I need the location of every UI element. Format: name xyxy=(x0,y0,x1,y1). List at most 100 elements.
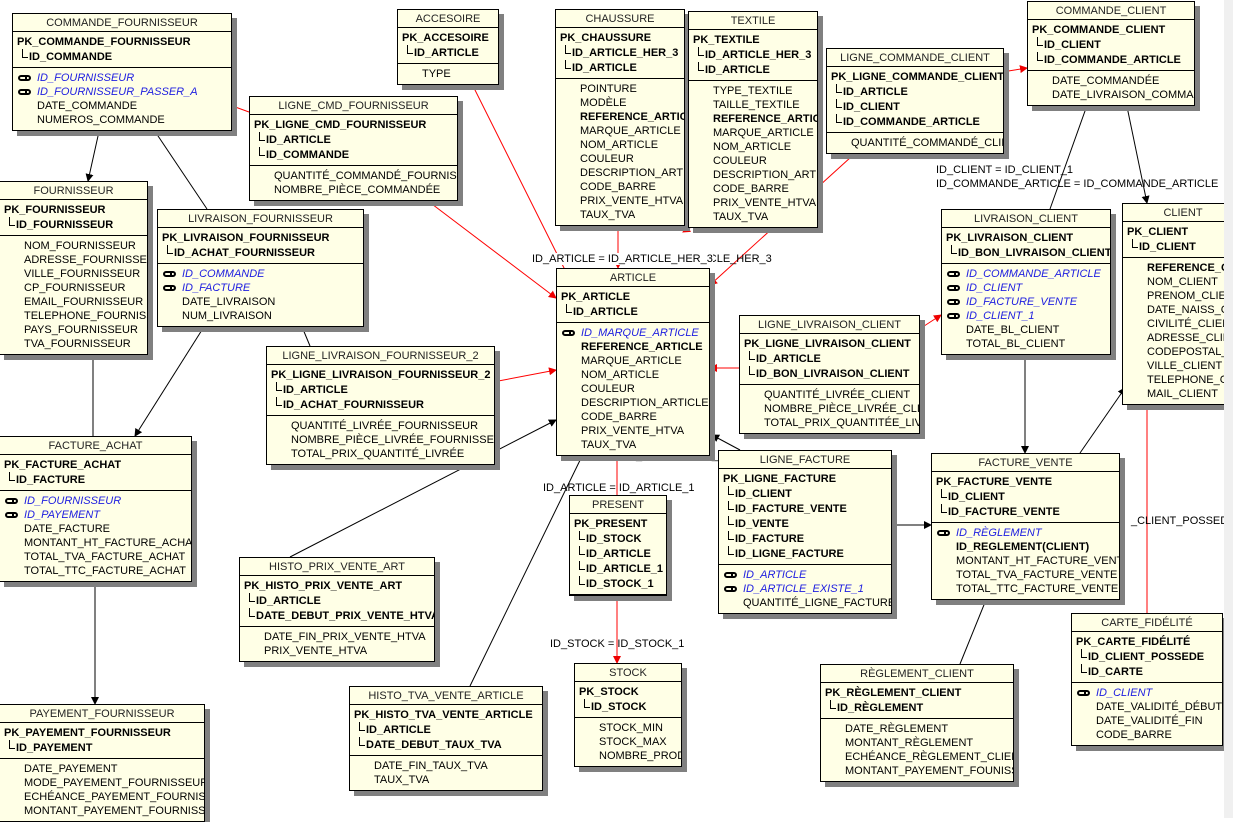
attribute-column: NOMBRE_PRODUIT xyxy=(599,750,681,762)
entity-title: LIVRAISON_CLIENT xyxy=(942,210,1110,228)
entity-ligne-livraison-client[interactable]: LIGNE_LIVRAISON_CLIENT PK_LIGNE_LIVRAISON… xyxy=(739,315,920,434)
primary-key-column: ID_COMMANDE_ARTICLE xyxy=(831,114,999,129)
attributes-section: QUANTITÉ_COMMANDÉ_FOURNISSEUR NOMBRE_PIÈC… xyxy=(250,166,457,200)
primary-key-section: PK_HISTO_PRIX_VENTE_ART ID_ARTICLE DATE_DE… xyxy=(240,576,434,627)
primary-key-section: PK_PAYEMENT_FOURNISSEUR ID_PAYEMENT xyxy=(0,723,204,759)
entity-ligne-cmd-fournisseur[interactable]: LIGNE_CMD_FOURNISSEUR PK_LIGNE_CMD_FOURNI… xyxy=(249,96,458,201)
reference-arrow[interactable] xyxy=(959,589,992,665)
primary-key-name: PK_HISTO_PRIX_VENTE_ART xyxy=(244,580,403,592)
entity-chaussure[interactable]: CHAUSSURE PK_CHAUSSURE ID_ARTICLE_HER_3 ID_… xyxy=(555,9,685,226)
primary-key-column: ID_LIGNE_FACTURE xyxy=(723,546,887,561)
entity-ligne-livraison-fournisseur-2[interactable]: LIGNE_LIVRAISON_FOURNISSEUR_2 PK_LIGNE_LI… xyxy=(266,346,495,465)
reference-arrow[interactable] xyxy=(151,126,208,210)
foreign-key-column: ID_COMMANDE_ARTICLE xyxy=(946,267,1106,281)
attributes-section: ID_RÈGLEMENT ID_REGLEMENT(CLIENT) MONTANT_… xyxy=(932,523,1119,599)
entity-histo-tva-vente-article[interactable]: HISTO_TVA_VENTE_ARTICLE PK_HISTO_TVA_VENT… xyxy=(349,686,543,791)
entity-present[interactable]: PRESENT PK_PRESENT ID_STOCK ID_ARTICLE ID_AR… xyxy=(569,495,667,596)
attribute-column: MONTANT_RÈGLEMENT xyxy=(845,737,974,749)
primary-key-column: ID_ARTICLE_1 xyxy=(574,561,663,576)
entity-ligne-facture[interactable]: LIGNE_FACTURE PK_LIGNE_FACTURE ID_CLIENT ID… xyxy=(718,450,892,614)
entity-stock[interactable]: STOCK PK_STOCK ID_STOCK STOCK_MIN STOCK_MAX N… xyxy=(574,663,682,767)
primary-key-column: ID_COMMANDE_ARTICLE xyxy=(1032,52,1190,67)
attribute-column: TYPE xyxy=(422,68,451,80)
primary-key-section: PK_PRESENT ID_STOCK ID_ARTICLE ID_ARTICLE_1… xyxy=(570,514,666,595)
primary-key-column: ID_ACHAT_FOURNISSEUR xyxy=(162,245,359,260)
foreign-key-column: ID_FACTURE_VENTE xyxy=(946,295,1106,309)
reference-arrow-red[interactable] xyxy=(1001,65,1028,74)
entity-livraison-fournisseur[interactable]: LIVRAISON_FOURNISSEUR PK_LIVRAISON_FOURNI… xyxy=(157,209,364,327)
primary-key-column: ID_ARTICLE xyxy=(574,546,662,561)
entity-client[interactable]: CLIENTPK_CLIENTID_CLIENTREFERENCE_CLIENT… xyxy=(1122,203,1233,405)
primary-key-name: PK_PAYEMENT_FOURNISSEUR xyxy=(4,727,171,739)
foreign-key-column: ID_MARQUE_ARTICLE xyxy=(561,326,705,340)
attribute-column: ADRESSE_FOURNISSEUR xyxy=(24,254,147,266)
entity-carte-fidelite[interactable]: CARTE_FIDÉLITÉ PK_CARTE_FIDÉLITÉ ID_CLIENT… xyxy=(1071,613,1223,746)
entity-livraison-client[interactable]: LIVRAISON_CLIENT PK_LIVRAISON_CLIENT ID_BO… xyxy=(941,209,1111,355)
primary-key-section: PK_LIGNE_COMMANDE_CLIENT ID_ARTICLE ID_CLI… xyxy=(827,67,1003,133)
foreign-key-column: ID_CLIENT xyxy=(946,281,1106,295)
primary-key-column: ID_ARTICLE xyxy=(254,132,453,147)
attribute-column: CIVILITÉ_CLIENT xyxy=(1147,318,1233,330)
primary-key-name: PK_LIGNE_CMD_FOURNISSEUR xyxy=(254,119,427,131)
primary-key-name: PK_CHAUSSURE xyxy=(560,32,652,44)
entity-title: CARTE_FIDÉLITÉ xyxy=(1072,614,1222,632)
primary-key-section: PK_CARTE_FIDÉLITÉ ID_CLIENT_POSSEDE ID_CAR… xyxy=(1072,632,1222,683)
attributes-section: DATE_PAYEMENT MODE_PAYEMENT_FOURNISSEUR EC… xyxy=(0,759,204,821)
attribute-column: QUANTITÉ_COMMANDÉ_CLIENT xyxy=(851,137,1003,149)
primary-key-section: PK_LIVRAISON_CLIENT ID_BON_LIVRAISON_CLIE… xyxy=(942,228,1110,264)
entity-commande-client[interactable]: COMMANDE_CLIENT PK_COMMANDE_CLIENT ID_CLIE… xyxy=(1027,1,1195,106)
primary-key-section: PK_CHAUSSURE ID_ARTICLE_HER_3 ID_ARTICLE xyxy=(556,28,684,79)
attributes-section: DATE_FIN_PRIX_VENTE_HTVA PRIX_VENTE_HTVA xyxy=(240,627,434,661)
entity-accesoire[interactable]: ACCESOIRE PK_ACCESOIRE ID_ARTICLE TYPE xyxy=(397,9,499,85)
attribute-column: EMAIL_FOURNISSEUR xyxy=(24,296,144,308)
primary-key-column: ID_COMMANDE xyxy=(17,49,227,64)
attribute-column: MARQUE_ARTICLE xyxy=(581,355,682,367)
reference-arrow-red[interactable] xyxy=(492,367,557,383)
primary-key-name: PK_TEXTILE xyxy=(693,34,760,46)
attribute-column: DATE_FIN_PRIX_VENTE_HTVA xyxy=(264,631,426,643)
attribute-column: CODEPOSTAL_CLIENT xyxy=(1147,346,1233,358)
primary-key-column: ID_ARTICLE_HER_3 xyxy=(693,47,813,62)
foreign-key-column: ID_RÈGLEMENT xyxy=(936,526,1115,540)
attributes-section: ID_COMMANDE_ARTICLE ID_CLIENT ID_FACTURE_V… xyxy=(942,264,1110,354)
attribute-column: STOCK_MIN xyxy=(599,722,663,734)
attribute-column: DESCRIPTION_ARTICLE xyxy=(713,169,817,181)
reference-arrow[interactable] xyxy=(85,126,101,182)
attributes-section: ID_ARTICLE ID_ARTICLE_EXISTE_1 QUANTITÉ_LI… xyxy=(719,565,891,613)
entity-article[interactable]: ARTICLE PK_ARTICLE ID_ARTICLE ID_MARQUE_ART… xyxy=(556,268,710,456)
primary-key-name: PK_STOCK xyxy=(579,686,639,698)
entity-histo-prix-vente-art[interactable]: HISTO_PRIX_VENTE_ART PK_HISTO_PRIX_VENTE_… xyxy=(239,557,435,662)
attribute-column: TOTAL_TTC_FACTURE_ACHAT xyxy=(24,565,186,577)
attribute-column: NOMBRE_PIÈCE_LIVRÉE_CLIENT xyxy=(764,403,920,415)
attribute-column: DATE_COMMANDE xyxy=(37,100,138,112)
attribute-column: VILLE_FOURNISSEUR xyxy=(24,268,141,280)
entity-commande-fournisseur[interactable]: COMMANDE_FOURNISSEUR PK_COMMANDE_FOURNISS… xyxy=(12,13,232,131)
entity-facture-vente[interactable]: FACTURE_VENTE PK_FACTURE_VENTE ID_CLIENT ID… xyxy=(931,453,1120,600)
primary-key-section: PK_FACTURE_VENTE ID_CLIENT ID_FACTURE_VENT… xyxy=(932,472,1119,523)
attribute-column: NOMBRE_PIÈCE_COMMANDÉE xyxy=(274,184,441,196)
primary-key-section: PK_ACCESOIRE ID_ARTICLE xyxy=(398,28,498,64)
entity-payement-fournisseur[interactable]: PAYEMENT_FOURNISSEUR PK_PAYEMENT_FOURNISS… xyxy=(0,704,205,822)
attribute-column: CODE_BARRE xyxy=(580,181,656,193)
reference-arrow[interactable] xyxy=(1049,96,1092,210)
primary-key-name: PK_LIGNE_LIVRAISON_CLIENT xyxy=(744,338,911,350)
entity-reglement-client[interactable]: RÈGLEMENT_CLIENT PK_RÈGLEMENT_CLIENT ID_RÈ… xyxy=(820,664,1014,782)
attribute-column: DATE_COMMANDÉE xyxy=(1052,75,1160,87)
reference-arrow[interactable] xyxy=(711,434,741,451)
foreign-key-column: ID_CLIENT xyxy=(1076,686,1218,700)
entity-fournisseur[interactable]: FOURNISSEUR PK_FOURNISSEUR ID_FOURNISSEUR N… xyxy=(0,181,148,355)
foreign-key-column: ID_CLIENT_1 xyxy=(946,309,1106,323)
primary-key-column: ID_ARTICLE xyxy=(744,351,915,366)
entity-title: TEXTILE xyxy=(689,12,817,30)
reference-arrow[interactable] xyxy=(1079,387,1126,454)
attributes-section: ID_FOURNISSEUR ID_PAYEMENT DATE_FACTURE MON… xyxy=(0,491,191,581)
entity-facture-achat[interactable]: FACTURE_ACHAT PK_FACTURE_ACHAT ID_FACTURE I… xyxy=(0,436,192,582)
entity-textile[interactable]: TEXTILE PK_TEXTILE ID_ARTICLE_HER_3 ID_ARTI… xyxy=(688,11,818,228)
entity-ligne-commande-client[interactable]: LIGNE_COMMANDE_CLIENT PK_LIGNE_COMMANDE_C… xyxy=(826,48,1004,154)
primary-key-column: ID_CLIENT_POSSEDE xyxy=(1076,649,1218,664)
entity-title: CHAUSSURE xyxy=(556,10,684,28)
primary-key-column: ID_FACTURE xyxy=(723,531,887,546)
attribute-column: DATE_LIVRAISON xyxy=(182,296,276,308)
attribute-column: TOTAL_PRIX_QUANTITÉ_LIVRÉE xyxy=(291,448,465,460)
reference-arrow-red[interactable] xyxy=(917,314,942,331)
